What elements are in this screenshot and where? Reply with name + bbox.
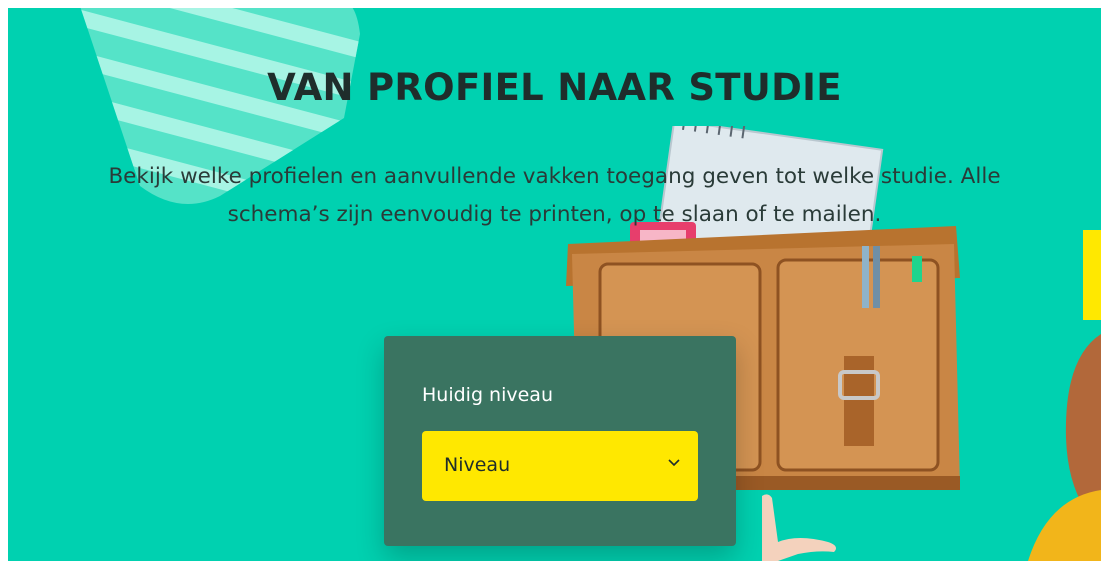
chevron-down-icon bbox=[668, 459, 680, 467]
level-select-value: Niveau bbox=[444, 454, 511, 476]
level-label: Huidig niveau bbox=[422, 384, 553, 406]
intro-text: Bekijk welke profielen en aanvullende va… bbox=[108, 164, 1001, 227]
level-select[interactable]: Niveau bbox=[422, 431, 698, 501]
person-image bbox=[1028, 230, 1101, 561]
page-title: VAN PROFIEL NAAR STUDIE bbox=[267, 66, 842, 109]
hand-image bbox=[762, 494, 836, 561]
hero-section: VAN PROFIEL NAAR STUDIE Bekijk welke pro… bbox=[8, 8, 1101, 561]
level-selector-card: Huidig niveau Niveau bbox=[384, 336, 736, 546]
